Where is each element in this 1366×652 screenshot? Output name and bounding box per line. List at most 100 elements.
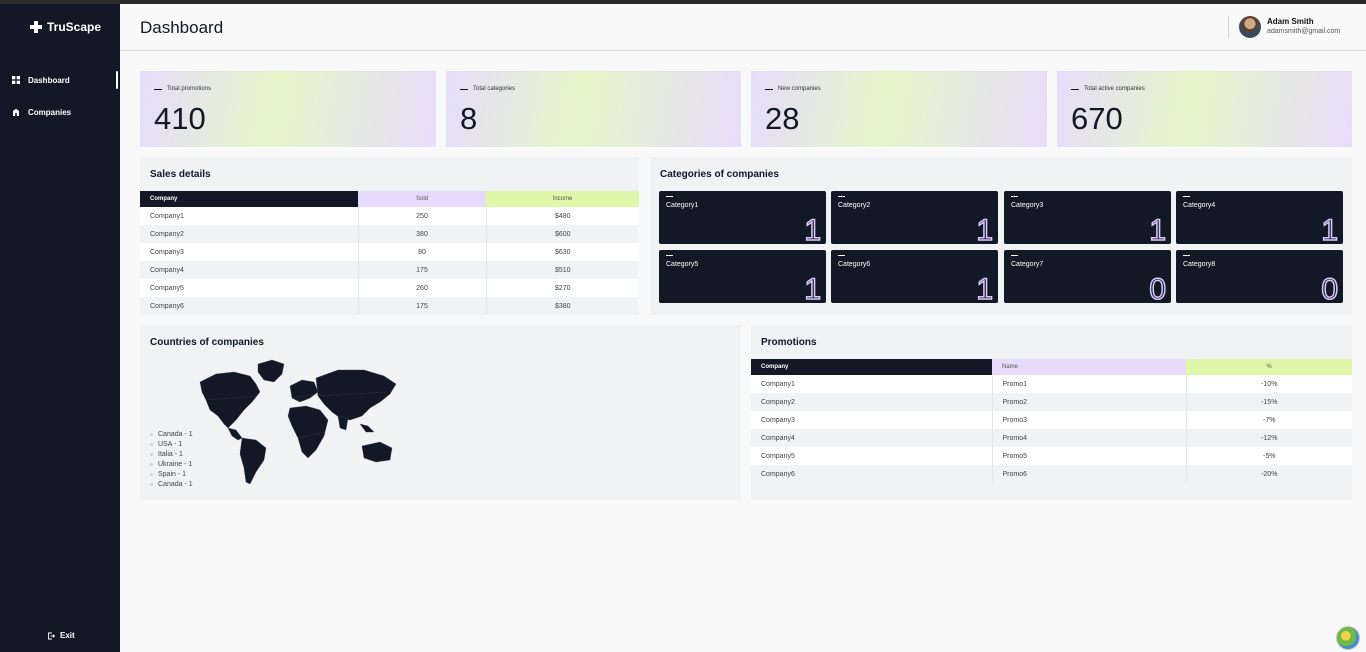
category-name: Category2 [838,202,871,209]
table-cell: Company5 [751,447,993,465]
column-header[interactable]: Income [486,191,639,207]
categories-panel: Categories of companies Category1 1 Cate… [650,157,1352,315]
table-row[interactable]: Company3 80 $630 [140,243,639,261]
table-row[interactable]: Company5 Promo5 -5% [751,447,1352,465]
brand-logo[interactable]: TruScape [30,20,101,34]
table-cell: Promo1 [992,375,1187,393]
dot-icon [150,452,153,456]
table-cell: Company1 [751,375,993,393]
table-cell: Promo2 [992,393,1187,411]
column-header[interactable]: % [1186,359,1352,375]
category-count: 1 [976,273,994,303]
table-row[interactable]: Company2 380 $600 [140,225,639,243]
table-cell: Company5 [140,279,359,297]
stat-card-total-promotions: Total promotions 410 [140,71,436,147]
stat-label: Total promotions [167,86,212,92]
category-name: Category3 [1011,202,1044,209]
table-cell: 175 [358,261,487,279]
sidebar: TruScape Dashboard Companies Exit [0,4,120,652]
exit-button[interactable]: Exit [47,631,75,640]
category-card-3[interactable]: Category3 1 [1004,191,1171,244]
category-card-6[interactable]: Category6 1 [831,250,998,303]
category-card-5[interactable]: Category5 1 [659,250,826,303]
table-cell: Company4 [751,429,993,447]
sidebar-item-label: Companies [28,107,72,117]
stat-card-total-categories: Total categories 8 [446,71,741,147]
legend-item: Canada - 1 [150,429,193,439]
table-cell: Company3 [751,411,993,429]
table-cell: Company1 [140,207,359,225]
stat-value: 28 [765,101,800,136]
dot-icon [150,432,153,436]
exit-label: Exit [60,631,75,640]
table-row[interactable]: Company6 Promo6 -20% [751,465,1352,483]
sales-table: Company Sold Income Company1 250 $480 Comp… [140,191,639,315]
category-card-2[interactable]: Category2 1 [831,191,998,244]
category-count: 1 [1321,214,1339,244]
dot-icon [150,472,153,476]
category-card-4[interactable]: Category4 1 [1176,191,1343,244]
table-cell: $270 [486,279,639,297]
column-header[interactable]: Company [751,359,992,375]
sidebar-item-label: Dashboard [28,75,70,85]
table-cell: -15% [1186,393,1352,411]
category-card-8[interactable]: Category8 0 [1176,250,1343,303]
table-row[interactable]: Company1 Promo1 -10% [751,375,1352,393]
table-cell: Company4 [140,261,359,279]
dash-icon [838,196,845,197]
table-cell: Promo4 [992,429,1187,447]
top-header: Dashboard Adam Smith adamsmith@gmail.com [120,4,1366,51]
legend-item: Canada - 1 [150,479,193,489]
table-row[interactable]: Company2 Promo2 -15% [751,393,1352,411]
table-cell: 250 [358,207,487,225]
sidebar-item-dashboard[interactable]: Dashboard [0,71,120,89]
dash-icon [154,88,162,90]
table-cell: 80 [358,243,487,261]
dash-icon [1183,255,1190,256]
table-header-row: Company Name % [751,359,1352,375]
table-cell: -5% [1186,447,1352,465]
table-cell: Company6 [140,297,359,315]
table-row[interactable]: Company4 Promo4 -12% [751,429,1352,447]
table-cell: 260 [358,279,487,297]
corner-app-badge[interactable] [1336,626,1360,650]
promotions-table: Company Name % Company1 Promo1 -10% Compan… [751,359,1352,483]
table-row[interactable]: Company6 175 $380 [140,297,639,315]
category-card-1[interactable]: Category1 1 [659,191,826,244]
table-row[interactable]: Company1 250 $480 [140,207,639,225]
category-card-7[interactable]: Category7 0 [1004,250,1171,303]
active-indicator [116,71,118,89]
dot-icon [150,462,153,466]
table-row[interactable]: Company5 260 $270 [140,279,639,297]
dash-icon [1011,196,1018,197]
sidebar-item-companies[interactable]: Companies [0,103,120,121]
stat-label: Total categories [473,86,516,92]
dot-icon [150,442,153,446]
category-name: Category6 [838,261,871,268]
category-name: Category8 [1183,261,1216,268]
category-count: 1 [976,214,994,244]
table-cell: $510 [486,261,639,279]
panel-title: Promotions [761,337,817,348]
page-title: Dashboard [140,18,224,37]
column-header[interactable]: Name [992,359,1186,375]
map-legend: Canada - 1 USA - 1 Italia - 1 Ukraine - … [150,429,193,489]
dash-icon [765,88,773,90]
avatar[interactable] [1239,16,1261,38]
exit-icon [48,632,55,639]
legend-item: USA - 1 [150,439,193,449]
category-name: Category5 [666,261,699,268]
column-header[interactable]: Company [140,191,358,207]
world-map[interactable] [198,358,398,488]
brand-name: TruScape [47,20,102,34]
table-row[interactable]: Company3 Promo3 -7% [751,411,1352,429]
countries-panel: Countries of companies Canada - 1 USA - … [140,325,741,500]
column-header[interactable]: Sold [358,191,486,207]
dash-icon [1183,196,1190,197]
table-row[interactable]: Company4 175 $510 [140,261,639,279]
table-cell: Promo3 [992,411,1187,429]
table-cell: Company2 [140,225,359,243]
category-name: Category7 [1011,261,1044,268]
table-cell: Company3 [140,243,359,261]
dash-icon [1071,88,1079,90]
